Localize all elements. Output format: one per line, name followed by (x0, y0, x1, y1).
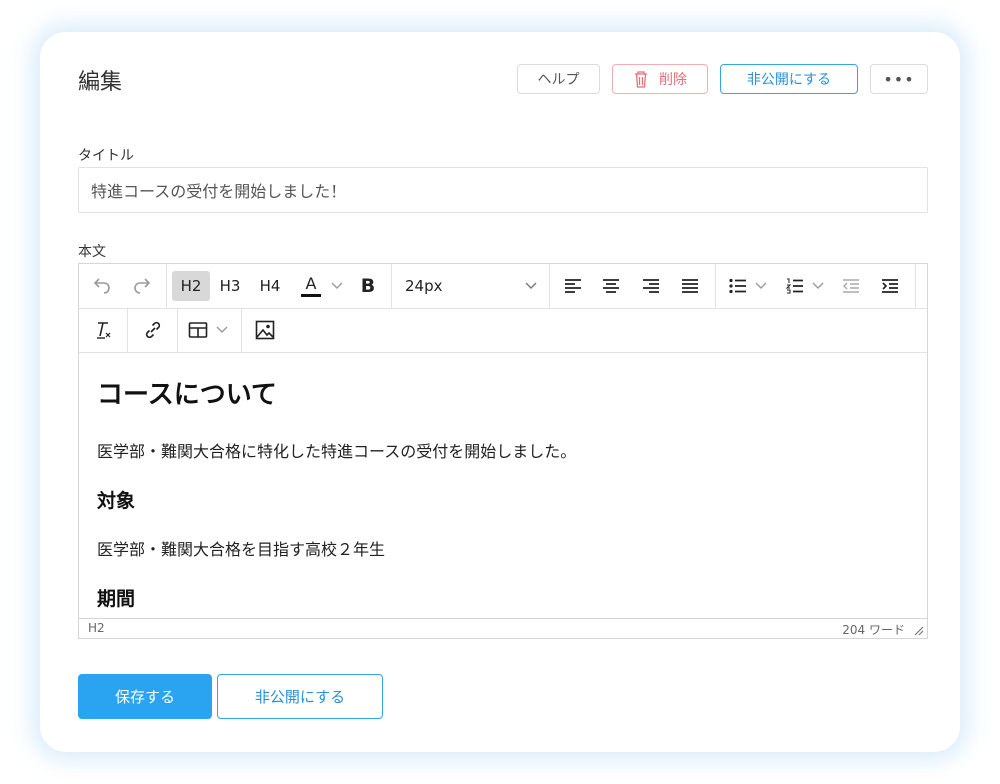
bullet-list-icon[interactable] (724, 264, 752, 308)
chevron-down-icon[interactable] (213, 308, 231, 352)
chevron-down-icon (525, 282, 537, 290)
chevron-down-icon[interactable] (752, 264, 770, 308)
chevron-down-icon[interactable] (328, 264, 346, 308)
chevron-down-icon[interactable] (809, 264, 827, 308)
content-subheading: 期間 (97, 588, 136, 610)
editor-content[interactable]: コースについて 医学部・難関大合格に特化した特進コースの受付を開始しました。 対… (97, 352, 909, 618)
bold-button[interactable]: B (351, 264, 385, 308)
font-size-select[interactable]: 24px (393, 264, 549, 308)
h4-button[interactable]: H4 (252, 264, 288, 308)
numbered-list-icon[interactable] (781, 264, 809, 308)
indent-icon[interactable] (875, 264, 905, 308)
title-field-label: タイトル (78, 148, 134, 164)
h3-button[interactable]: H3 (212, 264, 248, 308)
h2-button[interactable]: H2 (172, 264, 210, 308)
help-button[interactable]: ヘルプ (517, 64, 600, 94)
more-icon: ••• (883, 69, 915, 89)
align-center-icon[interactable] (594, 264, 628, 308)
align-right-icon[interactable] (634, 264, 668, 308)
content-subheading: 対象 (97, 490, 136, 512)
trash-icon (633, 69, 649, 89)
image-icon[interactable] (247, 308, 283, 352)
outdent-icon[interactable] (836, 264, 866, 308)
page-title: 編集 (78, 70, 123, 95)
element-path[interactable]: H2 (88, 621, 105, 635)
title-input[interactable]: 特進コースの受付を開始しました！ (78, 167, 928, 213)
align-left-icon[interactable] (556, 264, 590, 308)
word-count: 204 ワード (842, 623, 905, 637)
rich-text-editor: H2 H3 H4 A B 24px コースについて 医学部・難関大合格に特化した… (78, 263, 928, 639)
undo-icon[interactable] (85, 264, 119, 308)
more-button[interactable]: ••• (870, 64, 928, 94)
text-color-icon: A (305, 273, 317, 293)
table-icon[interactable] (183, 308, 213, 352)
content-heading: コースについて (97, 380, 277, 410)
body-field-label: 本文 (78, 244, 106, 260)
link-icon[interactable] (133, 308, 173, 352)
unpublish-button[interactable]: 非公開にする (720, 64, 858, 94)
content-paragraph: 医学部・難関大合格に特化した特進コースの受付を開始しました。 (97, 442, 577, 461)
font-size-value: 24px (405, 277, 443, 295)
delete-label: 削除 (659, 72, 687, 88)
clear-format-icon[interactable] (85, 308, 121, 352)
delete-button[interactable]: 削除 (612, 64, 708, 94)
editor-statusbar: H2 204 ワード (79, 618, 927, 639)
content-paragraph: 医学部・難関大合格を目指す高校２年生 (97, 540, 386, 559)
align-justify-icon[interactable] (673, 264, 707, 308)
editor-toolbar-row-2 (79, 308, 927, 353)
resize-handle-icon[interactable] (913, 625, 924, 636)
unpublish-footer-button[interactable]: 非公開にする (217, 674, 383, 719)
save-button[interactable]: 保存する (78, 674, 212, 719)
text-color-button[interactable]: A (294, 264, 328, 308)
redo-icon[interactable] (125, 264, 159, 308)
editor-toolbar-row-1: H2 H3 H4 A B 24px (79, 264, 927, 309)
edit-card: 編集 ヘルプ 削除 非公開にする ••• タイトル 特進コースの受付を開始しまし… (40, 32, 960, 752)
